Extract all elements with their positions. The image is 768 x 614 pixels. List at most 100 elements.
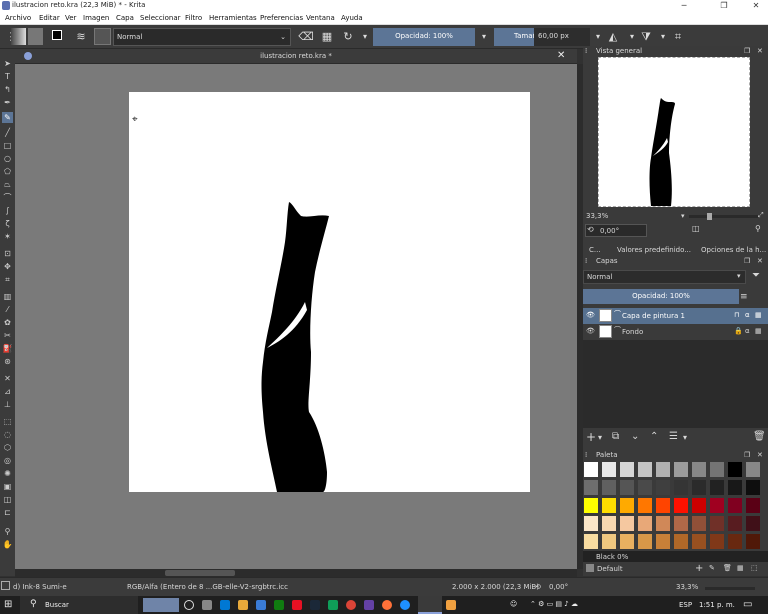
palette-swatch[interactable] [691, 461, 707, 478]
minimize-icon[interactable]: ─ [672, 0, 696, 12]
palette-swatch[interactable] [727, 533, 743, 550]
cortana-icon[interactable] [184, 600, 194, 610]
tab-color[interactable]: C... [589, 246, 601, 254]
assistant-tool-icon[interactable]: ✂ [2, 330, 13, 341]
language-indicator[interactable]: ESP [679, 601, 692, 609]
palette-swatch[interactable] [601, 461, 617, 478]
palette-swatch[interactable] [637, 461, 653, 478]
menu-preferencias[interactable]: Preferencias [260, 14, 303, 22]
palette-swatch[interactable] [637, 479, 653, 496]
palette-name[interactable]: Default [597, 565, 623, 573]
palette-swatch[interactable] [619, 515, 635, 532]
edit-swatch-icon[interactable]: ✎ [709, 564, 715, 572]
palette-swatch[interactable] [691, 479, 707, 496]
pin-icon[interactable]: ⚲ [755, 224, 761, 233]
palette-swatch[interactable] [601, 479, 617, 496]
lock-icon[interactable]: ⊓ [734, 311, 739, 319]
palette-swatch[interactable] [727, 461, 743, 478]
close-panel-icon[interactable]: ✕ [757, 451, 763, 459]
pattern-fill-icon[interactable]: ⊛ [2, 356, 13, 367]
edit-shapes-icon[interactable]: ↰ [2, 84, 13, 95]
lock-icon[interactable]: 🔒 [734, 327, 743, 335]
palette-swatch[interactable] [673, 533, 689, 550]
zoom-slider-handle[interactable] [707, 213, 712, 220]
palette-swatch[interactable] [655, 479, 671, 496]
status-rotation[interactable]: 0,00° [549, 583, 568, 591]
filter-icon[interactable]: ⏷ [752, 270, 760, 281]
rectangle-tool-icon[interactable]: □ [2, 140, 13, 151]
magic-wand-icon[interactable]: ✺ [2, 468, 13, 479]
palette-swatch[interactable] [619, 479, 635, 496]
palette-swatch[interactable] [745, 533, 761, 550]
crop-tool-icon[interactable]: ⌗ [2, 274, 13, 285]
system-tray-icons[interactable]: ⌃ ⚙ ▭ ▤ ♪ ☁ [530, 600, 578, 608]
float-panel-icon[interactable]: ❐ [744, 257, 750, 265]
palette-swatch[interactable] [637, 533, 653, 550]
tab-tool-options[interactable]: Opciones de la h... [701, 246, 766, 254]
rotation-field[interactable]: 0,00° [585, 224, 647, 237]
freehand-select-icon[interactable]: ◎ [2, 455, 13, 466]
palette-swatch[interactable] [583, 533, 599, 550]
eraser-icon[interactable]: ⌫ [298, 29, 314, 45]
palette-swatch[interactable] [637, 497, 653, 514]
steam-icon[interactable] [310, 600, 320, 610]
palette-swatch[interactable] [709, 515, 725, 532]
move-down-icon[interactable]: ⌄ [631, 431, 639, 442]
file-explorer-icon[interactable] [238, 600, 248, 610]
chevron-down-icon[interactable]: ▾ [476, 29, 492, 45]
xbox-icon[interactable] [274, 600, 284, 610]
similar-select-icon[interactable]: ▣ [2, 481, 13, 492]
menu-ayuda[interactable]: Ayuda [341, 14, 363, 22]
task-view-icon[interactable] [202, 600, 212, 610]
windows-start-icon[interactable]: ⊞ [4, 599, 12, 610]
palette-swatch[interactable] [727, 479, 743, 496]
mirror-vertical-icon[interactable]: ⧩ [638, 29, 654, 45]
freehand-brush-icon[interactable]: ✎ [2, 112, 13, 123]
gradient-swatch[interactable] [11, 28, 26, 45]
layer-row[interactable]: 👁 ⌒ Capa de pintura 1 ⊓ α ▦ [583, 308, 768, 324]
wrap-around-icon[interactable]: ⌗ [670, 29, 686, 45]
bezier-select-icon[interactable]: ◫ [2, 494, 13, 505]
reload-icon[interactable]: ↻ [340, 29, 356, 45]
palette-swatch[interactable] [745, 515, 761, 532]
menu-archivo[interactable]: Archivo [5, 14, 31, 22]
clock-time[interactable]: 1:51 p. m. [699, 601, 735, 609]
palette-swatch[interactable] [709, 479, 725, 496]
fit-view-icon[interactable]: ⤢ [758, 211, 764, 220]
layer-properties-icon[interactable]: ☰ [669, 431, 678, 442]
menu-herramientas[interactable]: Herramientas [209, 14, 257, 22]
menu-editar[interactable]: Editar [39, 14, 60, 22]
palette-swatch[interactable] [601, 497, 617, 514]
freehand-path-icon[interactable]: ∫ [2, 205, 13, 216]
calligraphy-icon[interactable]: ✒ [2, 97, 13, 108]
layer-blend-select[interactable]: Normal ▾ [583, 270, 746, 284]
palette-swatch[interactable] [673, 515, 689, 532]
palette-swatch[interactable] [655, 497, 671, 514]
close-panel-icon[interactable]: ✕ [757, 47, 763, 55]
size-slider[interactable]: Tamaño: 60,00 px [494, 28, 590, 46]
status-brush[interactable]: d) Ink-8 Sumi-e [13, 583, 67, 591]
bezier-tool-icon[interactable]: ⌒ [2, 192, 13, 203]
menu-capa[interactable]: Capa [116, 14, 134, 22]
float-panel-icon[interactable]: ❐ [744, 47, 750, 55]
blend-mode-select[interactable]: Normal ⌄ [113, 28, 291, 46]
polyline-tool-icon[interactable]: ⏢ [2, 179, 13, 190]
maximize-icon[interactable]: ❐ [712, 0, 736, 12]
palette-swatch[interactable] [583, 479, 599, 496]
zoom-value[interactable]: 33,3% [586, 212, 608, 220]
firefox-icon[interactable] [382, 600, 392, 610]
store-icon[interactable] [256, 600, 266, 610]
reference-tool-icon[interactable]: ⊥ [2, 399, 13, 410]
chevron-down-icon[interactable]: ▾ [590, 29, 606, 45]
alpha-inherit-icon[interactable]: α [745, 311, 750, 319]
gradient-tool-icon[interactable]: ▥ [2, 291, 13, 302]
fill-tool-icon[interactable]: ⛽ [2, 343, 13, 354]
document-tab-title[interactable]: ilustracion reto.kra * [15, 52, 577, 60]
smart-patch-icon[interactable]: ✿ [2, 317, 13, 328]
polygon-select-icon[interactable]: ⬡ [2, 442, 13, 453]
chevron-down-icon[interactable]: ▾ [598, 433, 602, 442]
alpha-lock-icon[interactable]: ▦ [319, 29, 335, 45]
app-icon[interactable] [328, 600, 338, 610]
palette-swatch[interactable] [583, 461, 599, 478]
palette-swatch[interactable] [709, 461, 725, 478]
